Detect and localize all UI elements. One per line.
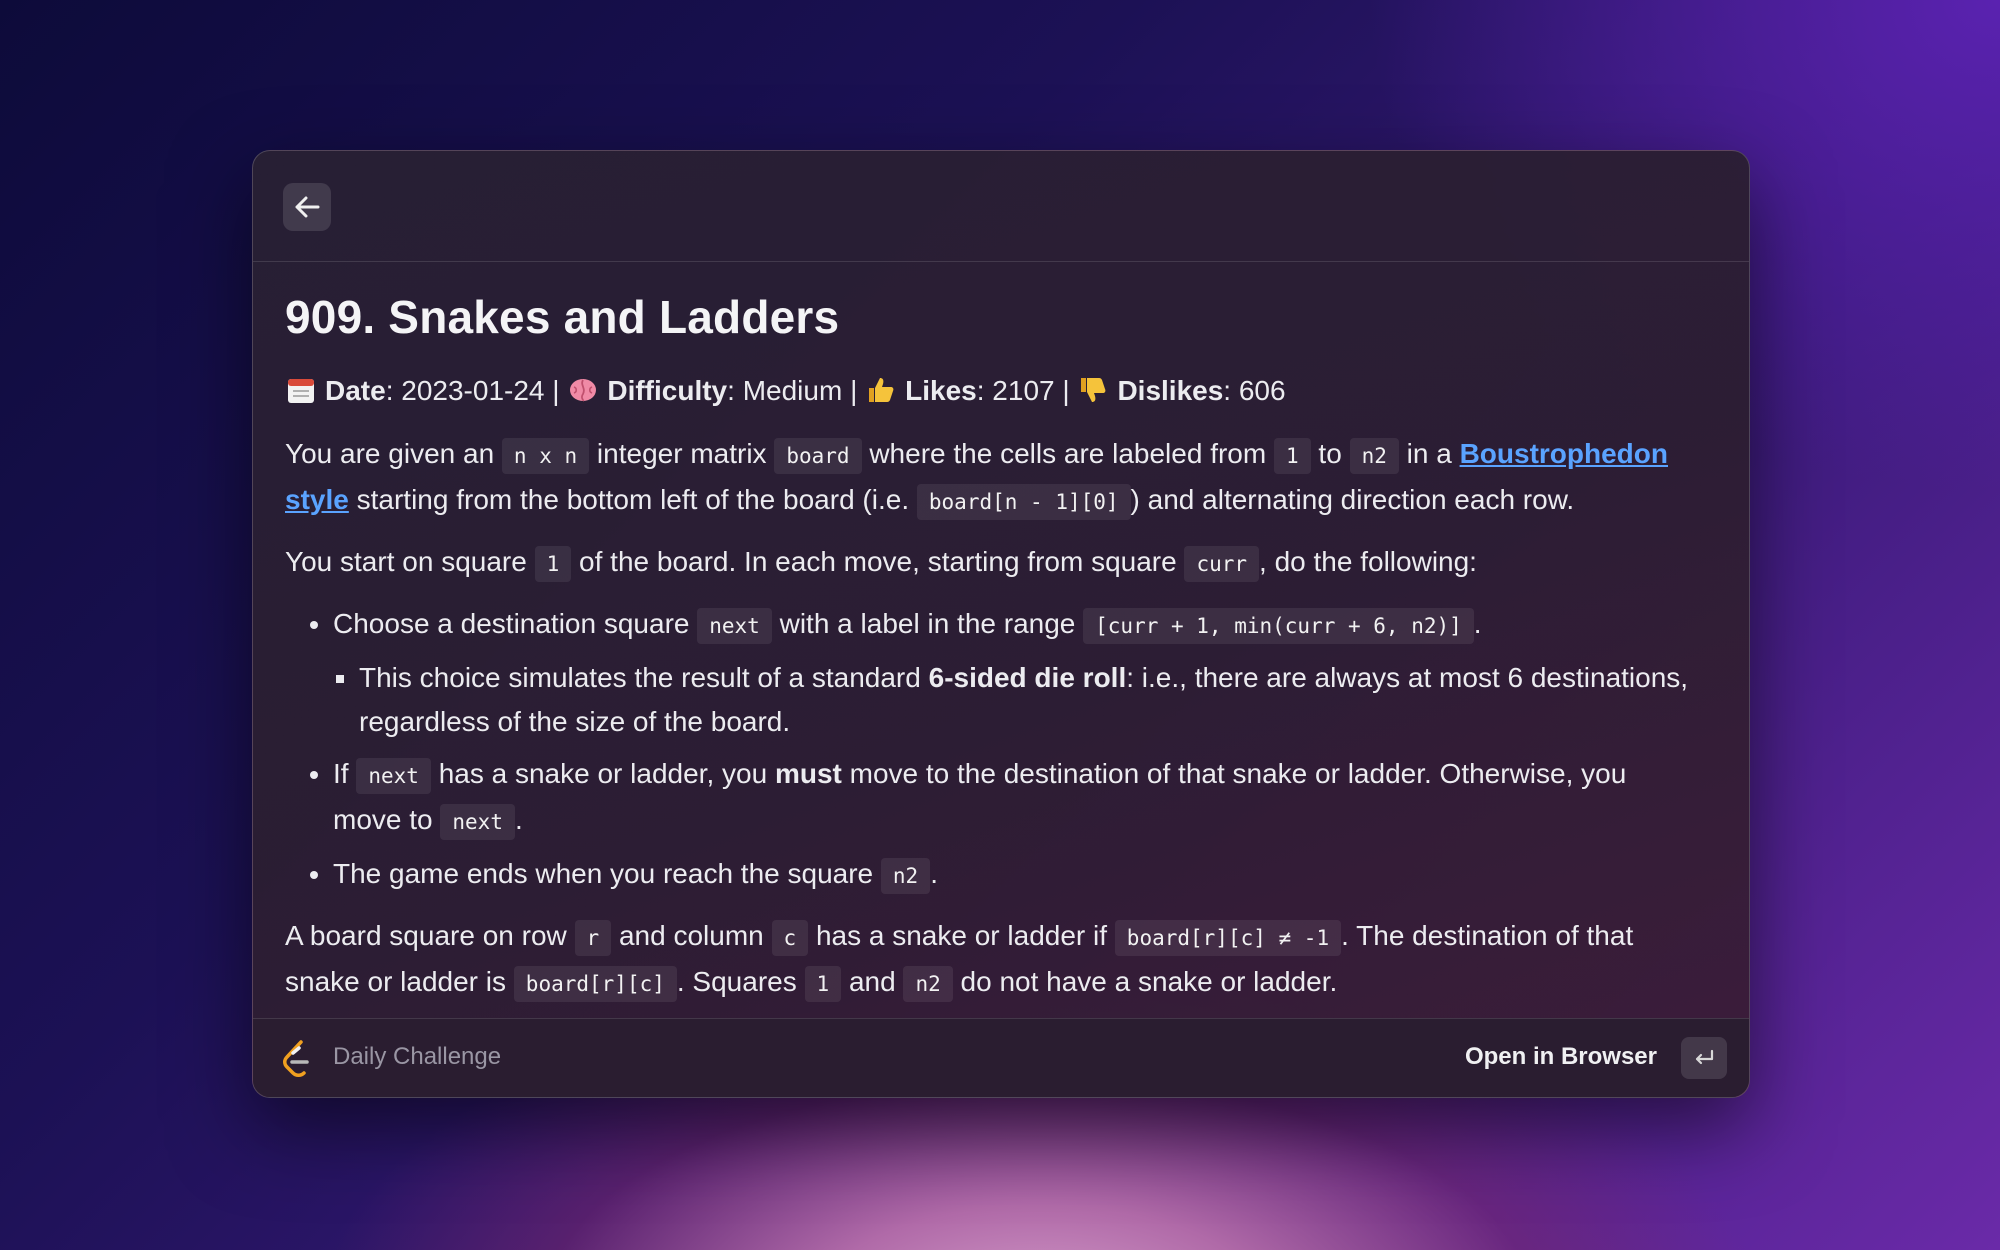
inline-code: n x n [501,438,590,474]
inline-code: curr [1184,546,1260,582]
top-bar [253,151,1749,262]
inline-code: n2 [880,858,931,894]
inline-code: c [771,920,809,956]
likes-value: 2107 [992,375,1055,406]
difficulty-label: Difficulty [607,375,728,406]
rules-list: Choose a destination square next with a … [285,602,1695,898]
inline-code: board[r][c] [513,966,677,1002]
dislikes-label: Dislikes [1117,375,1224,406]
inline-code: board[n - 1][0] [916,484,1131,520]
likes-label: Likes [905,375,977,406]
date-label: Date [325,375,386,406]
meta-separator: | [850,375,858,406]
footer-bar: Daily Challenge Open in Browser [253,1018,1749,1097]
brain-icon [570,379,597,402]
back-button[interactable] [283,183,331,231]
sub-list: This choice simulates the result of a st… [333,656,1695,744]
arrow-left-icon [295,196,320,218]
inline-code: 1 [804,966,842,1002]
inline-code: n2 [903,966,953,1002]
inline-code: 1 [534,546,572,582]
inline-code: [curr + 1, min(curr + 6, n2)] [1083,608,1474,644]
challenge-window: 909. Snakes and Ladders Date: 2023-01-24… [252,150,1750,1098]
meta-separator: | [552,375,560,406]
thumbs-up-icon [869,378,894,402]
inline-code: next [356,758,431,794]
problem-meta: Date: 2023-01-24 | Difficulty: Medium | … [285,370,1695,412]
list-item: If next has a snake or ladder, you must … [333,752,1695,844]
enter-key-button[interactable] [1681,1037,1727,1079]
return-key-icon [1695,1049,1714,1065]
inline-code: board[r][c] ≠ -1 [1114,920,1342,956]
inline-code: r [574,920,612,956]
inline-code: next [697,608,772,644]
date-value: 2023-01-24 [401,375,545,406]
description-paragraph: You start on square 1 of the board. In e… [285,540,1695,586]
inline-code: board [774,438,862,474]
inline-code: next [440,804,515,840]
list-item: The game ends when you reach the square … [333,852,1695,898]
footer-title: Daily Challenge [333,1043,502,1070]
open-in-browser-button[interactable]: Open in Browser [1465,1043,1657,1071]
thumbs-down-icon [1081,378,1106,402]
calendar-icon [288,379,314,403]
list-item: Choose a destination square next with a … [333,602,1695,744]
inline-code: n2 [1349,438,1399,474]
description-paragraph: You are given an n x n integer matrix bo… [285,432,1695,524]
description-scroll[interactable]: 909. Snakes and Ladders Date: 2023-01-24… [253,262,1749,1097]
meta-separator: | [1062,375,1070,406]
description-paragraph: A board square on row r and column c has… [285,914,1695,1006]
leetcode-logo-icon [283,1040,309,1077]
dislikes-value: 606 [1238,375,1286,406]
list-item: This choice simulates the result of a st… [359,656,1695,744]
inline-code: 1 [1273,438,1311,474]
difficulty-value: Medium [742,375,843,406]
problem-title: 909. Snakes and Ladders [285,291,840,343]
